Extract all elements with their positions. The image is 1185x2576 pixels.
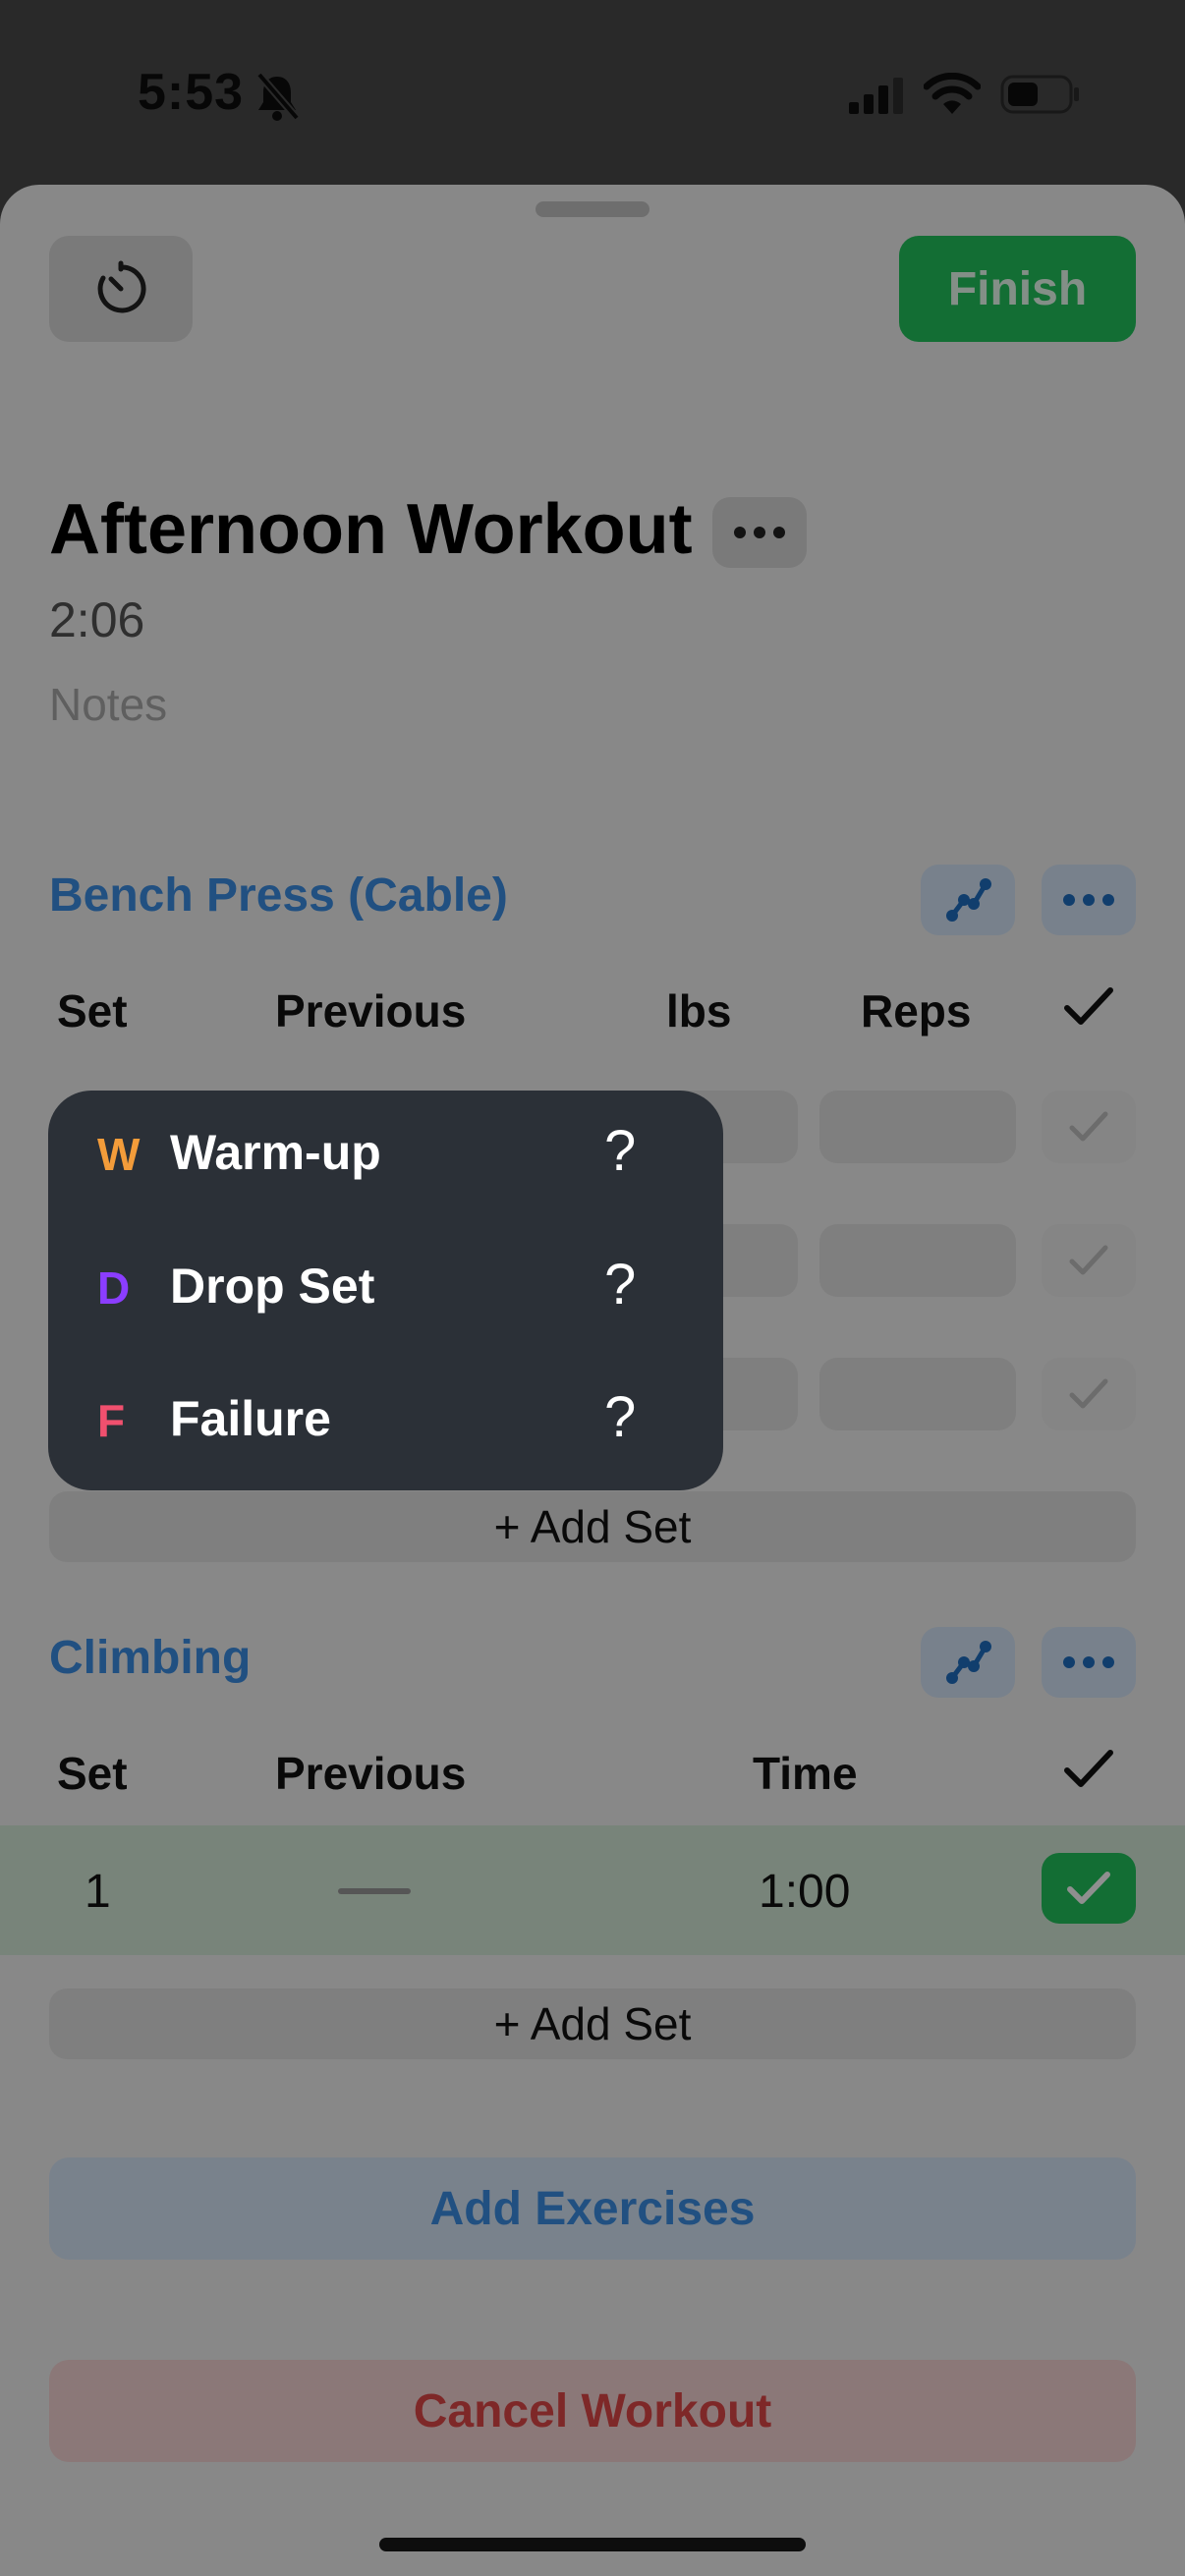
column-time: Time [753, 1748, 858, 1799]
add-set-button[interactable]: + Add Set [49, 1491, 1136, 1562]
more-icon [734, 527, 785, 538]
add-exercises-button[interactable]: Add Exercises [49, 2157, 1136, 2260]
elapsed-time: 2:06 [49, 592, 145, 647]
menu-item-drop-set[interactable]: D Drop Set ? [48, 1224, 723, 1356]
table-row[interactable]: 1 — 1:00 [0, 1825, 1185, 1955]
checkmark-icon [1069, 1111, 1108, 1142]
notes-field[interactable]: Notes [49, 678, 167, 731]
column-set: Set [57, 985, 128, 1036]
column-weight: lbs [666, 985, 732, 1036]
more-icon [1063, 894, 1114, 906]
column-previous: Previous [275, 985, 467, 1036]
workout-title[interactable]: Afternoon Workout [49, 489, 693, 570]
reps-input[interactable] [819, 1091, 1016, 1163]
checkmark-icon [1067, 1872, 1110, 1904]
checkmark-icon [1069, 1245, 1108, 1275]
previous-empty: — [338, 1888, 411, 1894]
reps-input[interactable] [819, 1358, 1016, 1430]
checkmark-icon [1064, 1750, 1113, 1787]
chart-icon [946, 878, 991, 922]
finish-button[interactable]: Finish [899, 236, 1136, 342]
cellular-signal-icon [849, 78, 903, 114]
complete-set-toggle[interactable] [1042, 1853, 1136, 1924]
exercise-name[interactable]: Climbing [49, 1631, 251, 1685]
menu-item-warm-up[interactable]: W Warm-up ? [48, 1091, 723, 1222]
set-type-letter: W [97, 1129, 141, 1180]
status-time: 5:53 [138, 64, 245, 121]
complete-set-toggle[interactable] [1042, 1224, 1136, 1297]
column-previous: Previous [275, 1748, 467, 1799]
help-icon[interactable]: ? [604, 1384, 636, 1450]
home-indicator[interactable] [379, 2538, 806, 2551]
menu-item-label: Warm-up [170, 1125, 381, 1180]
exercise-options-button[interactable] [1042, 1627, 1136, 1698]
exercise-options-button[interactable] [1042, 865, 1136, 935]
set-type-letter: F [97, 1395, 126, 1446]
status-bar: 5:53 [0, 0, 1185, 187]
exercise-link-button[interactable] [921, 865, 1015, 935]
sheet-grabber[interactable] [536, 201, 649, 217]
battery-icon [1000, 75, 1079, 114]
menu-item-failure[interactable]: F Failure ? [48, 1357, 723, 1488]
wifi-icon [924, 73, 981, 114]
menu-item-label: Drop Set [170, 1259, 375, 1314]
checkmark-icon [1069, 1378, 1108, 1409]
checkmark-icon [1064, 987, 1113, 1025]
chart-icon [946, 1641, 991, 1684]
add-set-button[interactable]: + Add Set [49, 1988, 1136, 2059]
column-set: Set [57, 1748, 128, 1799]
exercise-name[interactable]: Bench Press (Cable) [49, 868, 508, 923]
rest-timer-button[interactable] [49, 236, 193, 342]
menu-item-label: Failure [170, 1391, 331, 1446]
column-reps: Reps [861, 985, 972, 1036]
set-number: 1 [85, 1866, 111, 1918]
complete-set-toggle[interactable] [1042, 1091, 1136, 1163]
exercise-link-button[interactable] [921, 1627, 1015, 1698]
more-icon [1063, 1656, 1114, 1668]
workout-options-button[interactable] [712, 497, 807, 568]
set-type-letter: D [97, 1262, 131, 1314]
cancel-workout-button[interactable]: Cancel Workout [49, 2360, 1136, 2462]
help-icon[interactable]: ? [604, 1118, 636, 1184]
bell-slash-icon [255, 72, 301, 121]
reps-input[interactable] [819, 1224, 1016, 1297]
timer-icon [97, 260, 146, 313]
time-value[interactable]: 1:00 [759, 1865, 850, 1919]
help-icon[interactable]: ? [604, 1252, 636, 1317]
set-type-menu: W Warm-up ? D Drop Set ? F Failure ? [48, 1091, 723, 1490]
complete-set-toggle[interactable] [1042, 1358, 1136, 1430]
